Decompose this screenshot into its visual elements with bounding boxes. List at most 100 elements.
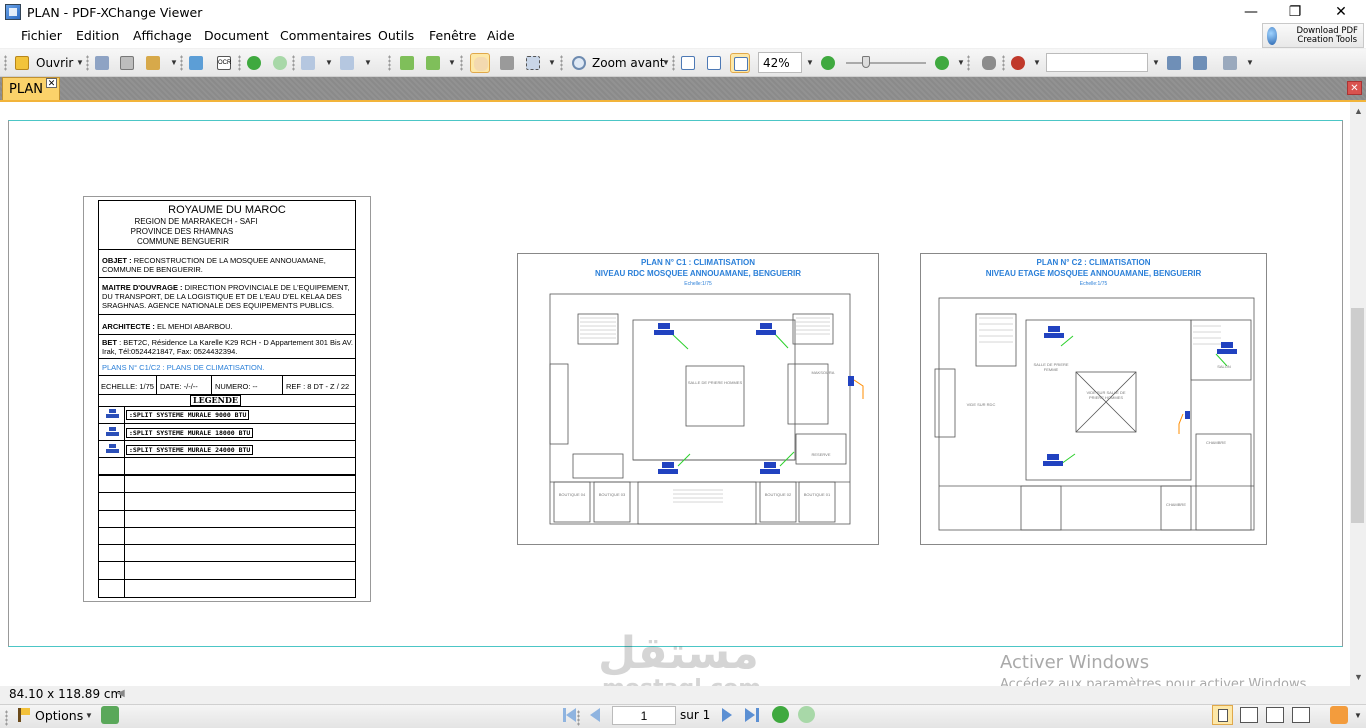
download-pdf-label: Download PDF Creation Tools	[1296, 25, 1358, 45]
page-number-input[interactable]: 1	[612, 706, 676, 725]
plugin-icon[interactable]	[101, 706, 119, 724]
ocr-button[interactable]: OCR	[214, 53, 234, 73]
zoom-tool-dropdown-icon[interactable]: ▼	[662, 58, 670, 67]
zoom-level-field[interactable]: 42%	[758, 52, 802, 73]
view-dropdown-icon[interactable]: ▼	[1354, 711, 1362, 720]
menu-edition[interactable]: Edition	[76, 28, 119, 43]
toolbar-grip[interactable]	[292, 55, 295, 71]
back-button[interactable]	[244, 53, 264, 73]
scan-dropdown-icon[interactable]: ▼	[170, 58, 178, 67]
zoom-out-button[interactable]	[818, 53, 838, 73]
scan-button[interactable]	[143, 53, 163, 73]
open-button[interactable]	[12, 53, 32, 73]
toolbar-grip[interactable]	[180, 55, 183, 71]
scroll-up-icon[interactable]: ▲	[1354, 106, 1363, 116]
save-button[interactable]	[92, 53, 112, 73]
options-label[interactable]: Options	[35, 708, 83, 723]
email-button[interactable]	[186, 53, 206, 73]
undo-dropdown-icon[interactable]: ▼	[325, 58, 333, 67]
search-go-button[interactable]	[1164, 53, 1184, 73]
zoom-extra-dropdown-icon[interactable]: ▼	[957, 58, 965, 67]
menu-affichage[interactable]: Affichage	[133, 28, 192, 43]
snapshot-button[interactable]	[497, 53, 517, 73]
tab-close-icon[interactable]: ✕	[46, 78, 57, 88]
continuous-view-icon[interactable]	[1240, 707, 1258, 723]
menu-fenetre[interactable]: Fenêtre	[429, 28, 476, 43]
search-options-button[interactable]	[1190, 53, 1210, 73]
scroll-down-icon[interactable]: ▼	[1354, 672, 1363, 682]
facing-view-icon[interactable]	[1266, 707, 1284, 723]
forward-view-icon[interactable]	[798, 706, 815, 723]
forward-button[interactable]	[270, 53, 290, 73]
previous-page-icon[interactable]	[590, 708, 600, 722]
close-button[interactable]: ✕	[1318, 0, 1364, 24]
minimize-button[interactable]: —	[1228, 0, 1274, 24]
tools-button[interactable]	[1220, 53, 1240, 73]
cell-divider	[156, 376, 157, 394]
toolbar-grip[interactable]	[238, 55, 241, 71]
vertical-scroll-thumb[interactable]	[1351, 308, 1364, 523]
first-page-icon[interactable]	[566, 708, 576, 722]
close-document-icon[interactable]: ✕	[1347, 81, 1362, 95]
select-tool-button[interactable]	[523, 53, 543, 73]
scroll-left-icon[interactable]: ◀	[117, 688, 125, 699]
open-dropdown-icon[interactable]: ▼	[76, 58, 84, 67]
zoom-slider-track[interactable]	[846, 62, 926, 64]
zoom-in-tool-button[interactable]	[569, 53, 589, 73]
search-engine-dropdown-icon[interactable]: ▼	[1033, 58, 1041, 67]
undo-button[interactable]	[298, 53, 318, 73]
architecte-block: ARCHITECTE : EL MEHDI ABARBOU.	[102, 322, 354, 331]
find-button[interactable]	[979, 53, 999, 73]
download-pdf-tools-button[interactable]: Download PDF Creation Tools	[1262, 23, 1364, 48]
toolbar-grip[interactable]	[4, 55, 7, 71]
toolbar-grip[interactable]	[86, 55, 89, 71]
toolbar-grip[interactable]	[5, 710, 8, 726]
options-button[interactable]	[16, 707, 30, 723]
highlight-tool-icon[interactable]	[1330, 706, 1348, 724]
tools-dropdown-icon[interactable]: ▼	[1246, 58, 1254, 67]
select-dropdown-icon[interactable]: ▼	[548, 58, 556, 67]
redo-dropdown-icon[interactable]: ▼	[364, 58, 372, 67]
zoom-dropdown-icon[interactable]: ▼	[806, 58, 814, 67]
next-page-icon[interactable]	[722, 708, 732, 722]
zoom-slider-thumb[interactable]	[862, 56, 870, 68]
menu-commentaires[interactable]: Commentaires	[280, 28, 371, 43]
last-page-icon[interactable]	[745, 708, 755, 722]
plan-c2-room-label: CHAMBRE	[1205, 440, 1226, 445]
options-dropdown-icon[interactable]: ▼	[85, 711, 93, 720]
zoom-in-button[interactable]	[932, 53, 952, 73]
plan-c1: PLAN N° C1 : CLIMATISATION NIVEAU RDC MO…	[517, 253, 879, 545]
legend-column-divider	[124, 406, 125, 598]
numero-text: NUMERO: --	[215, 382, 258, 391]
plans-text: PLANS N° C1/C2 : PLANS DE CLIMATISATION.	[102, 363, 265, 372]
fit-width-button[interactable]	[704, 53, 724, 73]
continuous-facing-view-icon[interactable]	[1292, 707, 1310, 723]
single-page-view-button[interactable]	[1212, 705, 1233, 725]
toolbar-grip[interactable]	[560, 55, 563, 71]
search-field-dropdown-icon[interactable]: ▼	[1152, 58, 1160, 67]
actual-size-button[interactable]	[678, 53, 698, 73]
search-engine-button[interactable]	[1008, 53, 1028, 73]
menu-document[interactable]: Document	[204, 28, 269, 43]
restore-button[interactable]: ❐	[1272, 0, 1318, 24]
rotate-left-button[interactable]	[397, 53, 417, 73]
fit-page-button[interactable]	[730, 53, 750, 73]
binoculars-icon	[982, 56, 996, 70]
search-input[interactable]	[1046, 53, 1148, 72]
back-view-icon[interactable]	[772, 706, 789, 723]
toolbar-grip[interactable]	[460, 55, 463, 71]
toolbar-grip[interactable]	[1002, 55, 1005, 71]
print-button[interactable]	[117, 53, 137, 73]
menu-aide[interactable]: Aide	[487, 28, 515, 43]
rotate-right-button[interactable]	[423, 53, 443, 73]
menu-fichier[interactable]: Fichier	[21, 28, 62, 43]
menu-outils[interactable]: Outils	[378, 28, 414, 43]
toolbar-grip[interactable]	[672, 55, 675, 71]
hand-tool-button[interactable]	[470, 53, 490, 73]
rotate-dropdown-icon[interactable]: ▼	[448, 58, 456, 67]
redo-button[interactable]	[337, 53, 357, 73]
toolbar-grip[interactable]	[967, 55, 970, 71]
toolbar-grip[interactable]	[388, 55, 391, 71]
toolbar-grip[interactable]	[577, 710, 580, 726]
plan-c2-room-label: SALON	[1217, 364, 1231, 369]
